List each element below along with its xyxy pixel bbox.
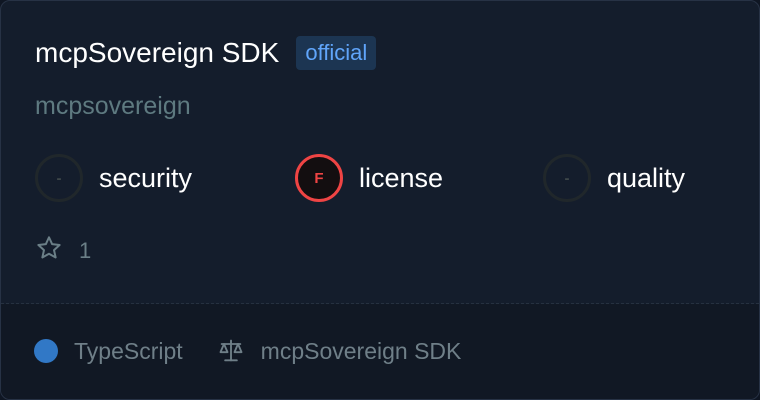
score-row: - security F license - quality [35,154,735,202]
title-row: mcpSovereign SDK official [35,35,377,71]
language-label: TypeScript [74,337,183,364]
star-icon [35,234,63,267]
server-title[interactable]: mcpSovereign SDK [35,35,279,71]
license-grade-ring: F [295,154,343,202]
owner-name[interactable]: mcpsovereign [35,89,191,123]
language-color-dot [34,339,58,363]
footer-row: TypeScript mcpSovereign SDK [34,334,461,368]
score-quality[interactable]: - quality [543,154,685,202]
official-badge: official [296,36,377,70]
quality-label: quality [607,162,686,193]
score-security[interactable]: - security [35,154,192,202]
scale-icon [217,337,245,365]
license-name: mcpSovereign SDK [260,337,462,364]
security-label: security [99,162,193,193]
card-body: mcpSovereign SDK official mcpsovereign -… [1,1,759,303]
stars: 1 [35,234,91,267]
quality-grade-ring: - [543,154,591,202]
star-count: 1 [79,237,92,263]
score-license[interactable]: F license [295,154,443,202]
license-label: license [359,162,444,193]
security-grade-ring: - [35,154,83,202]
